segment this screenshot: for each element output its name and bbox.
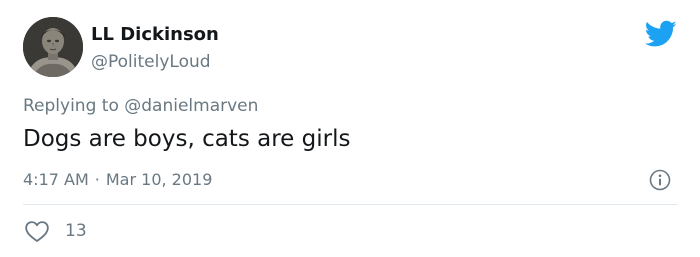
- tweet-text: Dogs are boys, cats are girls: [23, 126, 351, 152]
- avatar[interactable]: [23, 17, 83, 77]
- like-button[interactable]: 13: [24, 218, 87, 244]
- timestamp-separator: ·: [94, 170, 100, 189]
- statue-bust-avatar-image: [23, 17, 83, 77]
- twitter-bird-icon[interactable]: [644, 20, 677, 48]
- user-handle[interactable]: @PolitelyLoud: [91, 51, 211, 73]
- like-count: 13: [65, 221, 87, 241]
- heart-icon: [25, 221, 49, 242]
- tweet-time: 4:17 AM: [23, 170, 89, 189]
- reply-to-handle-link[interactable]: @danielmarven: [124, 96, 258, 116]
- divider: [23, 204, 678, 205]
- tweet-card: LL Dickinson @PolitelyLoud Replying to @…: [0, 0, 700, 257]
- reply-prefix: Replying to: [23, 96, 119, 116]
- tweet-timestamp[interactable]: 4:17 AM · Mar 10, 2019: [23, 169, 212, 191]
- reply-context: Replying to @danielmarven: [23, 95, 258, 117]
- tweet-date: Mar 10, 2019: [105, 170, 213, 189]
- display-name[interactable]: LL Dickinson: [91, 24, 219, 46]
- info-icon[interactable]: [649, 169, 671, 191]
